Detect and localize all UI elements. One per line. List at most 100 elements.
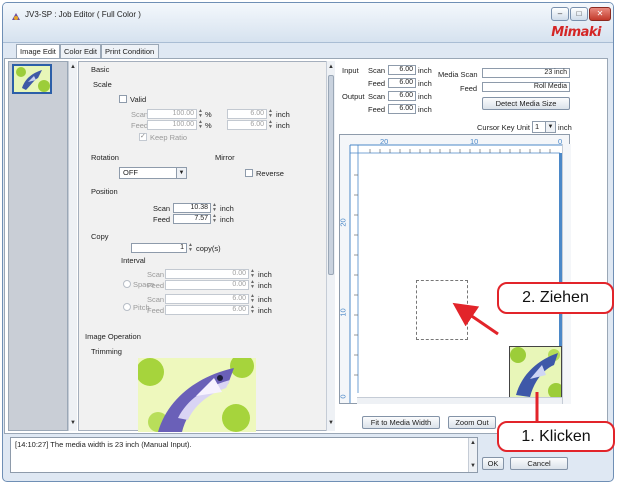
reverse-checkbox[interactable]: [245, 169, 253, 177]
log-message: [14:10:27] The media width is 23 inch (M…: [15, 440, 192, 449]
copy-count-field[interactable]: 1: [131, 243, 187, 253]
position-scan-field[interactable]: 10.38: [173, 203, 211, 213]
tab-image-edit[interactable]: Image Edit: [16, 44, 60, 59]
preview-horizontal-scrollbar[interactable]: [357, 397, 562, 404]
zoom-out-button[interactable]: Zoom Out: [448, 416, 496, 429]
pitch-scan-spinner[interactable]: ▲ ▼: [249, 294, 256, 304]
pitch-scan-field[interactable]: 6.00: [165, 294, 249, 304]
inch-unit: inch: [258, 281, 272, 290]
scale-scan-inch-field[interactable]: 6.00: [227, 109, 267, 119]
scroll-up-icon[interactable]: ▲: [327, 63, 335, 72]
scroll-down-icon[interactable]: ▼: [327, 419, 335, 428]
scale-feed-inch-field[interactable]: 6.00: [227, 120, 267, 130]
scale-feed-label: Feed: [131, 121, 149, 130]
inch-unit: inch: [418, 66, 432, 75]
copy-count-spinner[interactable]: ▲ ▼: [187, 243, 194, 253]
panel-scrollbar[interactable]: ▲ ▼: [326, 61, 335, 431]
cancel-button[interactable]: Cancel: [510, 457, 568, 470]
copy-heading: Copy: [91, 232, 109, 241]
scale-feed-percent-field[interactable]: 100.00: [147, 120, 197, 130]
chevron-down-icon: ▼: [176, 168, 186, 178]
close-button[interactable]: ✕: [589, 7, 611, 21]
detect-media-size-button[interactable]: Detect Media Size: [482, 97, 570, 110]
scroll-down-icon[interactable]: ▼: [469, 462, 477, 471]
input-scan-label: Scan: [368, 66, 386, 75]
space-feed-field[interactable]: 0.00: [165, 280, 249, 290]
fit-to-media-width-button[interactable]: Fit to Media Width: [362, 416, 440, 429]
ruler-left-0: 0: [338, 394, 348, 399]
callout-click: 1. Klicken: [497, 421, 615, 452]
trimming-artwork: [138, 358, 256, 432]
position-scan-label: Scan: [153, 204, 171, 213]
scroll-thumb[interactable]: [328, 75, 334, 275]
pitch-feed-spinner[interactable]: ▲ ▼: [249, 305, 256, 315]
position-heading: Position: [91, 187, 118, 196]
scale-scan-inch-spinner[interactable]: ▲ ▼: [267, 109, 274, 119]
space-feed-spinner[interactable]: ▲ ▼: [249, 280, 256, 290]
chevron-down-icon: ▼: [545, 122, 555, 132]
maximize-button[interactable]: □: [570, 7, 588, 21]
thumbnail-scrollbar[interactable]: ▲ ▼: [68, 61, 77, 431]
cursor-key-unit-select[interactable]: 1 ▼: [532, 121, 556, 133]
inch-unit: inch: [418, 105, 432, 114]
inch-unit: inch: [418, 79, 432, 88]
media-scan-label: Media Scan: [438, 70, 478, 79]
ruler-left-20: 20: [338, 218, 348, 227]
thumbnail-list: [8, 61, 68, 431]
minimize-button[interactable]: –: [551, 7, 569, 21]
placed-image[interactable]: [509, 346, 562, 398]
log-scrollbar[interactable]: ▲ ▼: [468, 438, 477, 472]
percent-unit: %: [205, 110, 212, 119]
position-feed-field[interactable]: 7.57: [173, 214, 211, 224]
keep-ratio-checkbox[interactable]: [139, 132, 147, 141]
drop-target-outline[interactable]: [416, 280, 468, 340]
inch-unit: inch: [418, 92, 432, 101]
scale-feed-percent-spinner[interactable]: ▲ ▼: [197, 120, 204, 130]
brand-logo: Mimaki: [551, 25, 601, 40]
trimming-preview-image[interactable]: [138, 358, 256, 432]
interval-label: Interval: [121, 256, 146, 265]
ok-button[interactable]: OK: [482, 457, 504, 470]
job-thumbnail[interactable]: [12, 64, 52, 94]
pitch-radio[interactable]: [123, 303, 131, 311]
position-feed-spinner[interactable]: ▲ ▼: [211, 214, 218, 224]
output-label: Output: [342, 92, 365, 101]
cursor-key-unit-value: 1: [535, 122, 540, 131]
pitch-feed-field[interactable]: 6.00: [165, 305, 249, 315]
app-icon: [12, 13, 20, 20]
scale-scan-percent-field[interactable]: 100.00: [147, 109, 197, 119]
cursor-key-unit-suffix: inch: [558, 123, 572, 132]
space-scan-label: Scan: [147, 270, 165, 279]
tab-print-condition[interactable]: Print Condition: [101, 44, 159, 58]
space-scan-spinner[interactable]: ▲ ▼: [249, 269, 256, 279]
scale-feed-inch-spinner[interactable]: ▲ ▼: [267, 120, 274, 130]
image-operation-heading: Image Operation: [85, 332, 141, 341]
rotation-value: OFF: [123, 168, 138, 177]
media-scan-field: 23 inch: [482, 68, 570, 78]
inch-unit: inch: [220, 204, 234, 213]
copy-count-unit: copy(s): [196, 244, 221, 253]
scale-valid-checkbox[interactable]: [119, 95, 127, 103]
space-radio[interactable]: [123, 280, 131, 288]
rotation-heading: Rotation: [91, 153, 119, 162]
scale-scan-percent-spinner[interactable]: ▲ ▼: [197, 109, 204, 119]
output-scan-label: Scan: [368, 92, 386, 101]
window-title: JV3-SP : Job Editor ( Full Color ): [25, 10, 141, 19]
inch-unit: inch: [220, 215, 234, 224]
scroll-down-icon[interactable]: ▼: [69, 419, 77, 428]
rotation-select[interactable]: OFF ▼: [119, 167, 187, 179]
space-feed-label: Feed: [147, 281, 165, 290]
preview-vertical-scrollbar[interactable]: [562, 144, 571, 404]
output-feed-field: 6.00: [388, 104, 416, 114]
scale-valid-label: Valid: [130, 95, 147, 104]
scroll-up-icon[interactable]: ▲: [469, 439, 477, 448]
cursor-key-unit-label: Cursor Key Unit: [477, 123, 530, 132]
trimming-label: Trimming: [91, 347, 122, 356]
message-log: [14:10:27] The media width is 23 inch (M…: [10, 437, 478, 473]
space-scan-field[interactable]: 0.00: [165, 269, 249, 279]
input-feed-label: Feed: [368, 79, 386, 88]
position-scan-spinner[interactable]: ▲ ▼: [211, 203, 218, 213]
tab-color-edit[interactable]: Color Edit: [60, 44, 101, 58]
ruler-top-10: 10: [470, 137, 479, 146]
scroll-up-icon[interactable]: ▲: [69, 63, 77, 72]
